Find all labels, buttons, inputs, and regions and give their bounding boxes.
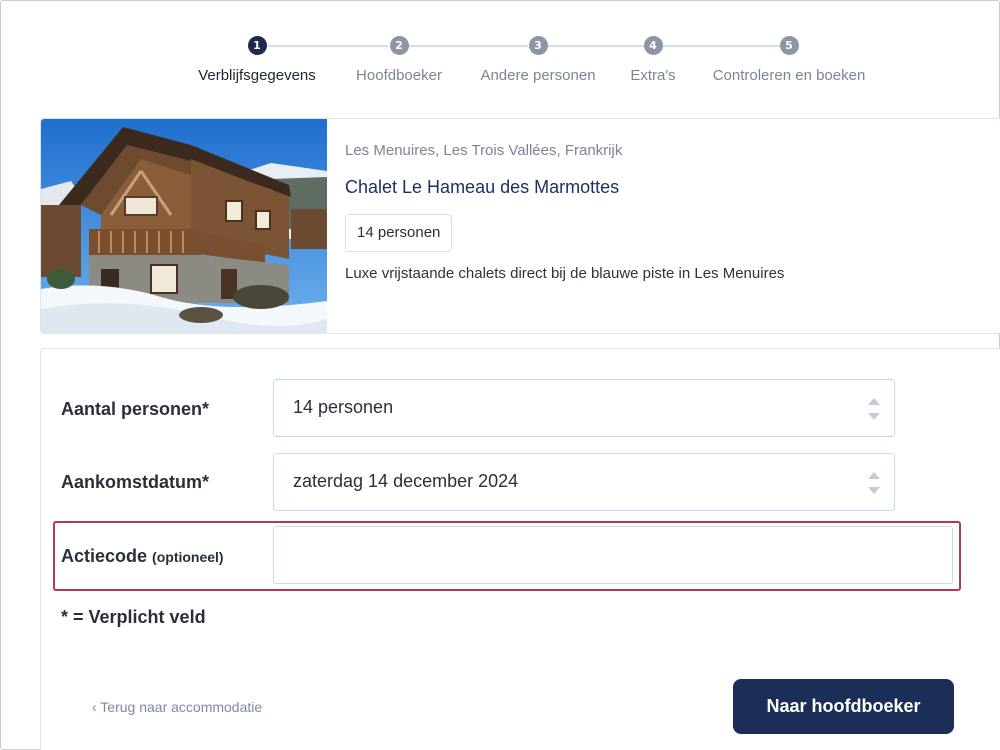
accommodation-photo <box>41 119 327 333</box>
persons-value: 14 personen <box>293 397 394 417</box>
accommodation-description: Luxe vrijstaande chalets direct bij de b… <box>345 265 785 282</box>
accommodation-name[interactable]: Chalet Le Hameau des Marmottes <box>345 177 619 198</box>
step-number: 2 <box>389 36 409 55</box>
step-number: 3 <box>528 36 548 55</box>
booking-stepper: 1 Verblijfsgegevens 2 Hoofdboeker 3 Ande… <box>180 36 900 96</box>
promo-code-label-text: Actiecode <box>61 546 148 566</box>
next-to-main-booker-button[interactable]: Naar hoofdboeker <box>733 679 954 734</box>
capacity-badge: 14 personen <box>345 214 453 252</box>
step-label: Extra's <box>630 67 676 84</box>
up-down-arrows-icon <box>867 398 881 420</box>
step-controleren-en-boeken[interactable]: 5 Controleren en boeken <box>703 36 875 84</box>
step-extras[interactable]: 4 Extra's <box>624 36 682 84</box>
step-label: Hoofdboeker <box>356 67 442 84</box>
step-label: Verblijfsgegevens <box>198 67 316 84</box>
required-field-note: * = Verplicht veld <box>61 607 206 627</box>
arrival-date-select[interactable]: zaterdag 14 december 2024 <box>273 453 895 511</box>
persons-select[interactable]: 14 personen <box>273 379 895 437</box>
promo-code-optional: (optioneel) <box>152 549 224 565</box>
step-label: Controleren en boeken <box>712 67 866 84</box>
up-down-arrows-icon <box>867 472 881 494</box>
step-number: 5 <box>779 36 799 55</box>
step-number: 4 <box>643 36 663 55</box>
step-verblijfsgegevens[interactable]: 1 Verblijfsgegevens <box>191 36 323 84</box>
arrival-date-label: Aankomstdatum* <box>61 472 210 492</box>
step-hoofdboeker[interactable]: 2 Hoofdboeker <box>348 36 450 84</box>
step-label: Andere personen <box>480 67 596 84</box>
promo-code-input[interactable] <box>273 526 953 584</box>
step-number: 1 <box>247 36 267 55</box>
accommodation-card: Les Menuires, Les Trois Vallées, Frankri… <box>40 118 1000 334</box>
accommodation-location: Les Menuires, Les Trois Vallées, Frankri… <box>345 142 623 159</box>
arrival-date-value: zaterdag 14 december 2024 <box>293 471 519 491</box>
booking-form: Aantal personen* 14 personen Aankomstdat… <box>40 348 1000 750</box>
promo-code-label: Actiecode (optioneel) <box>61 546 224 567</box>
back-to-accommodation-link[interactable]: ‹ Terug naar accommodatie <box>92 699 262 715</box>
persons-label: Aantal personen* <box>61 399 210 419</box>
step-andere-personen[interactable]: 3 Andere personen <box>473 36 603 84</box>
